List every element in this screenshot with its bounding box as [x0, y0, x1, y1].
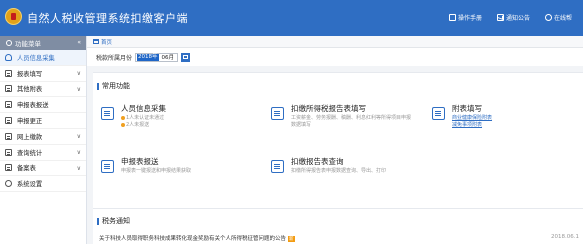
tax-notices-card: 税务通知 关于科技人员取得职务科技成果转化现金奖励有关个人所得税征管问题的公告新… — [93, 208, 583, 244]
sidebar-item-person-info[interactable]: 人员信息采集 — [0, 50, 86, 66]
common-functions-title: 常用功能 — [97, 81, 130, 91]
sidebar-item-label: 申报更正 — [17, 118, 43, 126]
func-desc: 扣缴所得报告表申报数据查询、导出、打印 — [291, 168, 387, 174]
notice-text: 关于科技人员取得职务科技成果转化现金奖励有关个人所得税征管问题的公告 — [99, 236, 287, 242]
period-bar: 税款所属月份 2018年 06月 — [87, 48, 583, 66]
new-badge: 新 — [288, 236, 295, 242]
sidebar-heading-label: 功能菜单 — [15, 40, 41, 48]
help-icon — [545, 14, 552, 21]
manual-icon — [449, 14, 456, 21]
sidebar-item-other-attachments[interactable]: 其他附表 ∨ — [0, 82, 86, 98]
func-title: 人员信息采集 — [121, 104, 166, 113]
attachment-icon — [5, 85, 12, 93]
tax-notices-title: 税务通知 — [97, 216, 130, 226]
sidebar-item-report-fill[interactable]: 报表填写 ∨ — [0, 66, 86, 82]
chevron-down-icon: ∨ — [76, 164, 81, 172]
main-content: 税款所属月份 2018年 06月 常用功能 人员信息采集 1人未认证未通过 2人… — [87, 48, 583, 244]
collapse-sidebar-icon[interactable]: « — [77, 39, 81, 46]
record-icon — [5, 164, 12, 172]
warning-dot-icon — [121, 115, 125, 120]
manual-link-label: 操作手册 — [458, 15, 483, 22]
chevron-down-icon: ∨ — [76, 69, 81, 77]
report-submit-icon — [101, 160, 114, 173]
sidebar-item-system-settings[interactable]: 系统设置 — [0, 176, 86, 193]
report-query-icon — [271, 160, 284, 173]
func-desc: 工资薪金、劳务报酬、稿酬、利息红利等所得项目申报 — [291, 115, 412, 121]
period-picker[interactable]: 2018年 06月 — [135, 52, 179, 62]
person-info-icon — [101, 107, 114, 120]
attachment-fill-icon — [432, 107, 445, 120]
tax-relief-link[interactable]: 减免事项附表 — [452, 121, 482, 128]
sidebar-item-label: 其他附表 — [17, 86, 43, 94]
notice-link-label: 通知公告 — [506, 15, 531, 22]
chevron-down-icon: ∨ — [76, 132, 81, 140]
warning-dot-icon — [121, 122, 125, 127]
func-status-line: 1人未认证未通过 — [121, 114, 164, 121]
func-title: 扣缴报告表查询 — [291, 157, 344, 166]
calendar-button[interactable] — [181, 52, 191, 62]
notice-date: 2018.06.1 — [551, 234, 579, 240]
sidebar-item-label: 系统设置 — [17, 181, 43, 189]
sidebar-item-label: 查询统计 — [17, 149, 43, 157]
func-status-line: 2人未报送 — [121, 121, 149, 128]
sidebar-item-label: 人员信息采集 — [17, 54, 55, 62]
tax-report-fill-icon — [271, 107, 284, 120]
breadcrumb: 首页 — [87, 36, 583, 48]
submit-icon — [5, 101, 12, 109]
func-title: 附表填写 — [452, 104, 482, 113]
mail-icon — [497, 14, 504, 21]
notice-item[interactable]: 关于科技人员取得职务科技成果转化现金奖励有关个人所得税征管问题的公告新 — [99, 234, 583, 242]
sidebar-item-record-form[interactable]: 备案表 ∨ — [0, 161, 86, 177]
sidebar-item-query-stats[interactable]: 查询统计 ∨ — [0, 145, 86, 161]
sidebar-item-label: 备案表 — [17, 165, 36, 173]
func-desc: 申报表一键报送和申报结果获取 — [121, 168, 192, 174]
manual-link[interactable]: 操作手册 — [449, 13, 482, 22]
home-icon — [93, 39, 99, 44]
sidebar-item-label: 网上缴款 — [17, 133, 43, 141]
calendar-icon — [183, 55, 189, 59]
func-desc: 数据填写 — [291, 122, 312, 128]
breadcrumb-home[interactable]: 首页 — [101, 38, 112, 46]
period-year: 2018年 — [137, 53, 159, 61]
sidebar-item-report-submit[interactable]: 申报表报送 — [0, 97, 86, 114]
notice-link[interactable]: 通知公告 — [497, 13, 530, 22]
chevron-down-icon: ∨ — [76, 85, 81, 93]
sidebar-item-report-correct[interactable]: 申报更正 — [0, 113, 86, 129]
sidebar-item-online-payment[interactable]: 网上缴款 ∨ — [0, 129, 86, 145]
sidebar: 功能菜单 « 人员信息采集 报表填写 ∨ 其他附表 ∨ 申报表报送 申报更正 网… — [0, 36, 87, 244]
form-icon — [5, 69, 12, 77]
func-title: 申报表报送 — [121, 157, 159, 166]
help-link-label: 在线帮 — [554, 15, 573, 22]
app-header: 自然人税收管理系统扣缴客户端 操作手册 通知公告 在线帮 — [0, 0, 583, 36]
period-label: 税款所属月份 — [96, 54, 133, 62]
payment-icon — [5, 132, 12, 140]
func-title: 扣缴所得税报告表填写 — [291, 104, 366, 113]
person-icon — [5, 53, 12, 61]
gear-icon — [5, 180, 12, 188]
sidebar-item-label: 申报表报送 — [17, 102, 49, 110]
chevron-down-icon: ∨ — [76, 148, 81, 156]
help-link[interactable]: 在线帮 — [545, 13, 572, 22]
sidebar-item-label: 报表填写 — [17, 70, 43, 78]
app-title: 自然人税收管理系统扣缴客户端 — [27, 12, 188, 25]
query-icon — [5, 148, 12, 156]
menu-icon — [6, 40, 12, 46]
period-month: 06月 — [161, 55, 175, 61]
tax-emblem-logo — [5, 8, 22, 25]
correct-icon — [5, 117, 12, 125]
health-insurance-link[interactable]: 商业健康保险附表 — [452, 114, 492, 121]
sidebar-heading: 功能菜单 « — [0, 36, 86, 50]
